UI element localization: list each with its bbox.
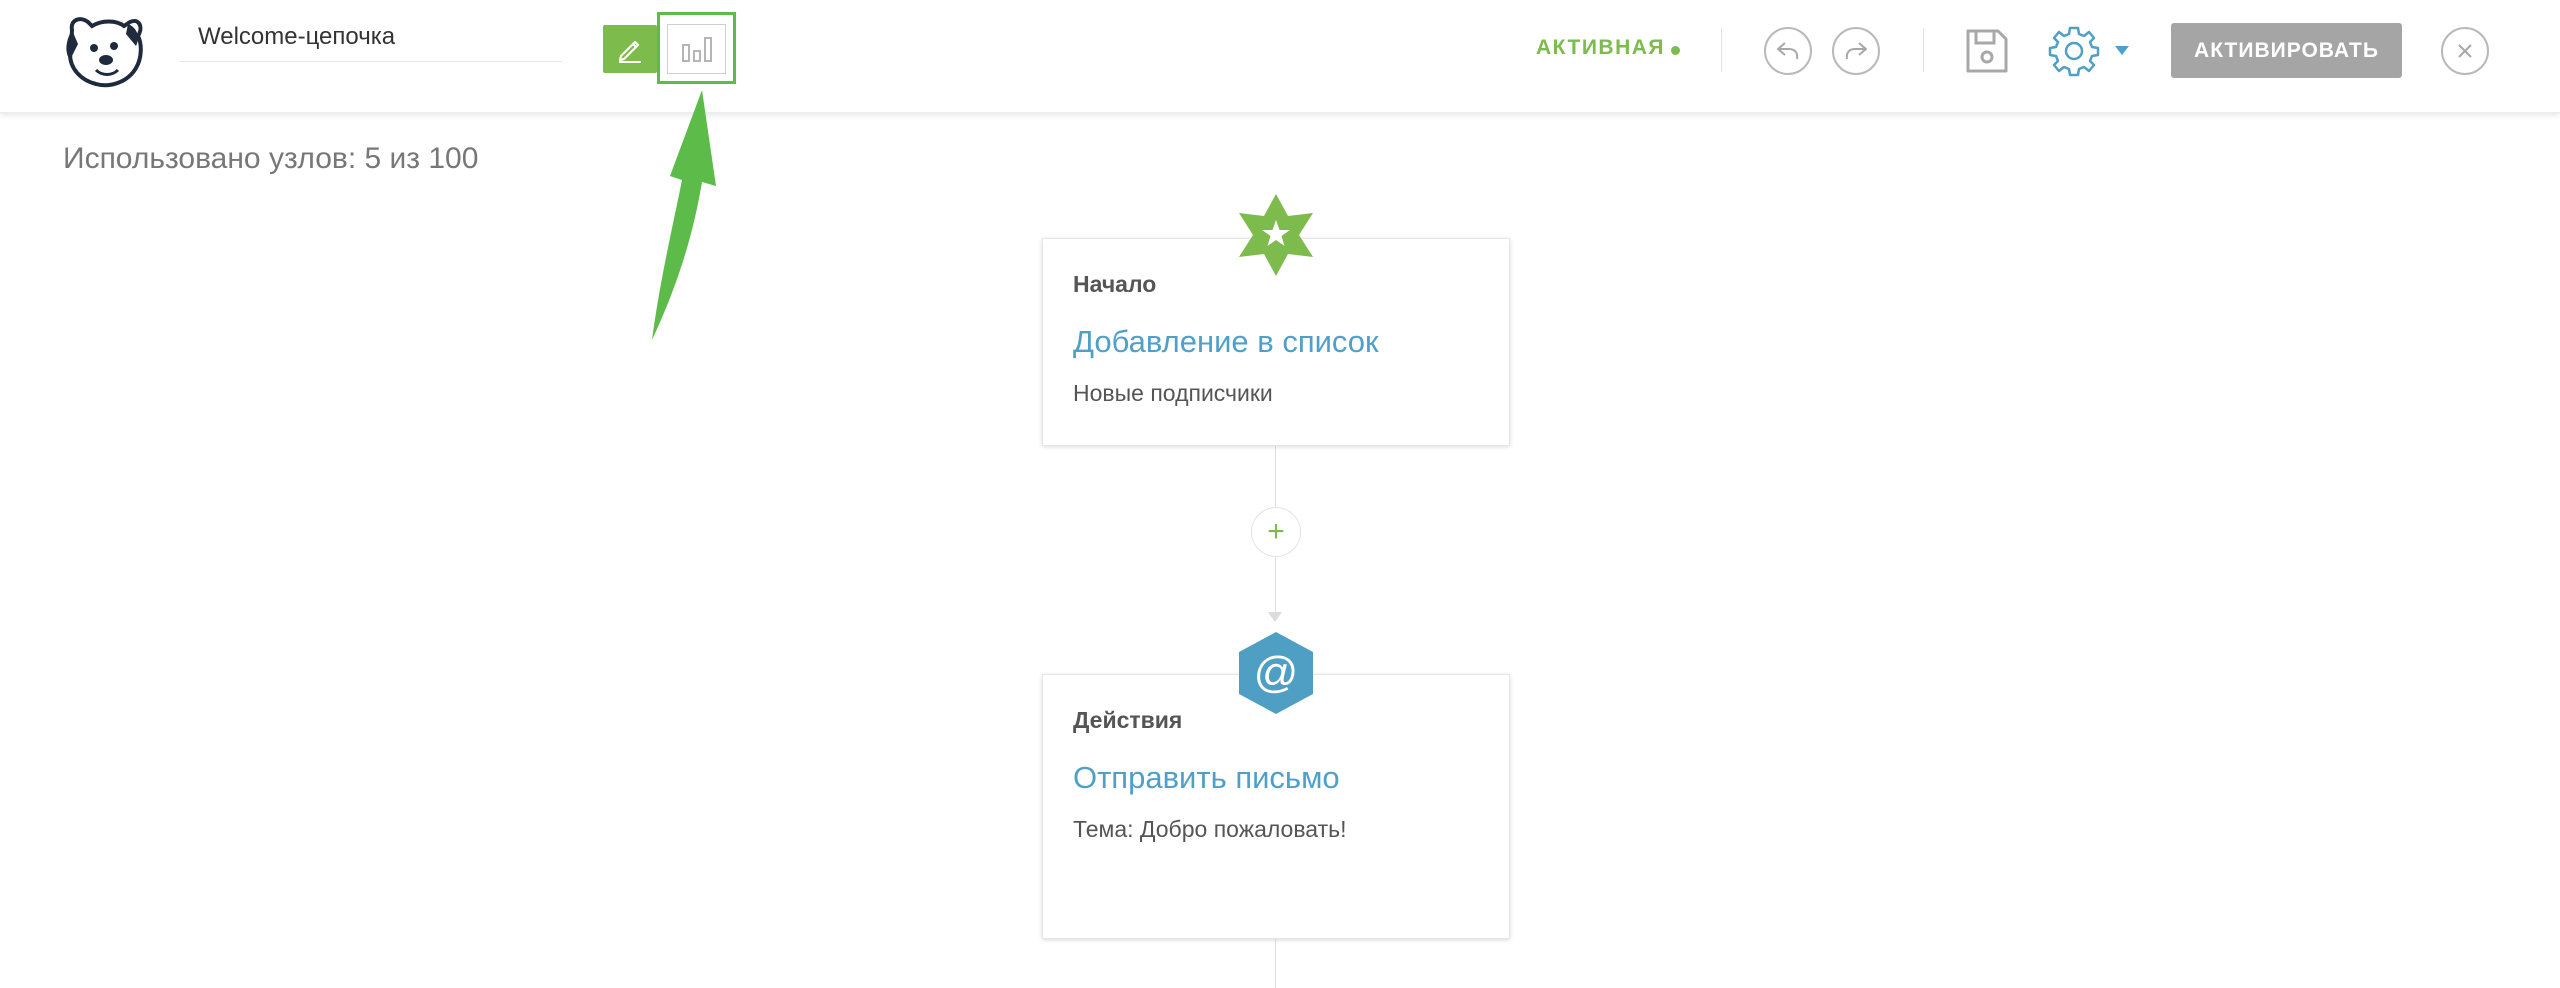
- pencil-icon: [618, 40, 641, 63]
- node-title-link[interactable]: Отправить письмо: [1073, 760, 1479, 796]
- status-dot: [1671, 46, 1680, 55]
- add-node-button[interactable]: +: [1251, 507, 1301, 557]
- chain-name-input[interactable]: [180, 12, 562, 62]
- divider: [1923, 28, 1924, 72]
- activate-button[interactable]: АКТИВИРОВАТЬ: [2171, 23, 2402, 78]
- connector-arrow: [1268, 612, 1282, 622]
- node-subtitle: Новые подписчики: [1073, 380, 1273, 406]
- star-icon: [1239, 194, 1313, 276]
- save-icon[interactable]: [1962, 27, 2010, 75]
- status-label: АКТИВНАЯ: [1536, 36, 1666, 59]
- connector-line: [1275, 939, 1276, 988]
- close-button[interactable]: [2441, 27, 2489, 75]
- close-icon: [2458, 44, 2472, 58]
- logo-dog-icon: [66, 17, 143, 88]
- connector-line: [1275, 446, 1276, 507]
- node-subtitle: Тема: Добро пожаловать!: [1073, 816, 1347, 842]
- statistics-highlight-box: [657, 12, 736, 84]
- pointer-arrow-icon: [652, 90, 716, 340]
- nodes-used-counter: Использовано узлов: 5 из 100: [63, 142, 479, 175]
- redo-icon: [1845, 42, 1867, 60]
- divider: [1721, 28, 1722, 72]
- gear-icon[interactable]: [2048, 25, 2100, 77]
- node-title-link[interactable]: Добавление в список: [1073, 324, 1479, 360]
- edit-button[interactable]: [603, 25, 657, 73]
- undo-icon: [1777, 42, 1799, 60]
- connector-line: [1275, 557, 1276, 613]
- settings-dropdown-caret[interactable]: [2115, 46, 2129, 55]
- undo-button[interactable]: [1764, 27, 1812, 75]
- email-at-glyph: @: [1253, 648, 1299, 697]
- top-toolbar: АКТИВНАЯ АКТИВИРОВАТЬ: [0, 0, 2560, 113]
- redo-button[interactable]: [1832, 27, 1880, 75]
